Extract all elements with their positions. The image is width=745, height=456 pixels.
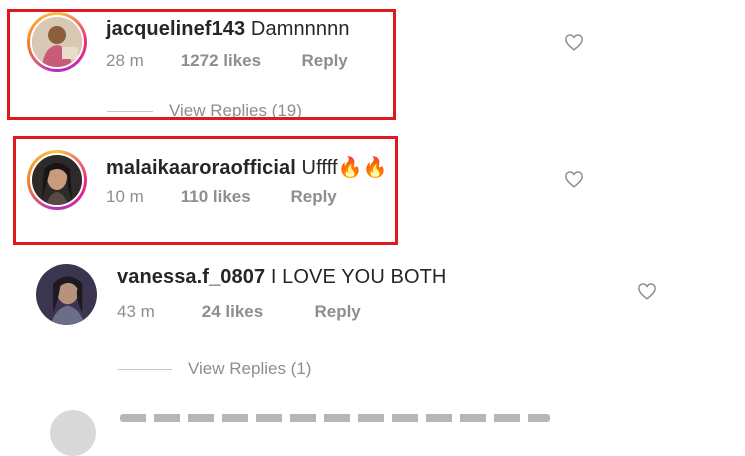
heart-outline-icon[interactable] [637, 282, 657, 300]
comment-meta: 43 m 24 likes Reply [117, 302, 361, 322]
heart-outline-icon[interactable] [564, 170, 584, 188]
view-replies-label: View Replies (1) [188, 359, 312, 378]
partial-comment [50, 410, 570, 456]
avatar-photo [36, 264, 97, 325]
avatar[interactable] [36, 264, 97, 325]
view-replies-link[interactable]: View Replies (1) [118, 359, 311, 379]
comment-text: I LOVE YOU BOTH [270, 266, 447, 288]
heart-outline-icon[interactable] [564, 33, 584, 51]
highlight-box [13, 136, 398, 245]
highlight-box [7, 9, 396, 120]
likes-count[interactable]: 24 likes [202, 302, 310, 322]
comment-line: vanessa.f_0807 I LOVE YOU BOTH [117, 266, 446, 289]
cutoff-text-fragment [120, 414, 550, 422]
timestamp: 43 m [117, 302, 155, 321]
reply-button[interactable]: Reply [314, 302, 360, 322]
avatar [50, 410, 96, 456]
username[interactable]: vanessa.f_0807 [117, 266, 265, 288]
divider [118, 369, 172, 371]
